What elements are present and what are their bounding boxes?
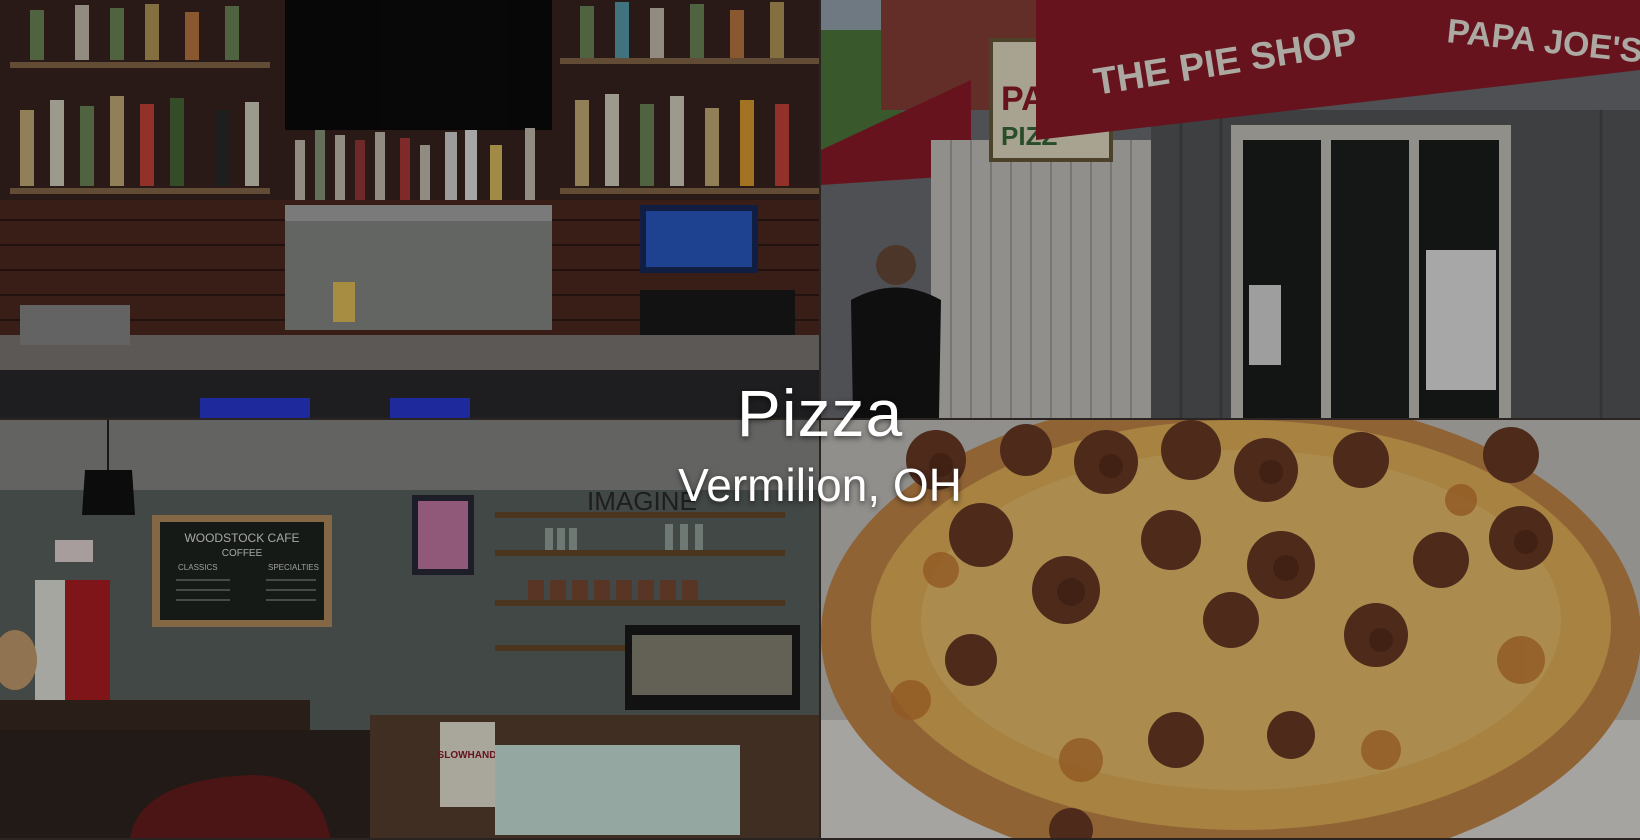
chalkboard-specialties: SPECIALTIES — [268, 563, 319, 572]
chalkboard-title: WOODSTOCK CAFE — [184, 531, 299, 545]
chalkboard-subtitle: COFFEE — [222, 548, 263, 559]
storefront-photo: PAPA PIZZ THE PIE SHOP PAPA JOE'S — [821, 0, 1640, 418]
slowhand-poster-text: SLOWHAND — [438, 750, 497, 761]
chalkboard-classics: CLASSICS — [178, 563, 218, 572]
hero-subtitle: Vermilion, OH — [678, 459, 962, 511]
bar-photo — [0, 0, 819, 418]
hero-title: Pizza — [736, 376, 904, 450]
pizza-hero-banner: PAPA PIZZ THE PIE SHOP PAPA JOE'S — [0, 0, 1640, 840]
bar-image — [0, 0, 819, 418]
storefront-image: PAPA PIZZ THE PIE SHOP PAPA JOE'S — [821, 0, 1640, 418]
hero-caption: Pizza Vermilion, OH — [0, 380, 1640, 508]
